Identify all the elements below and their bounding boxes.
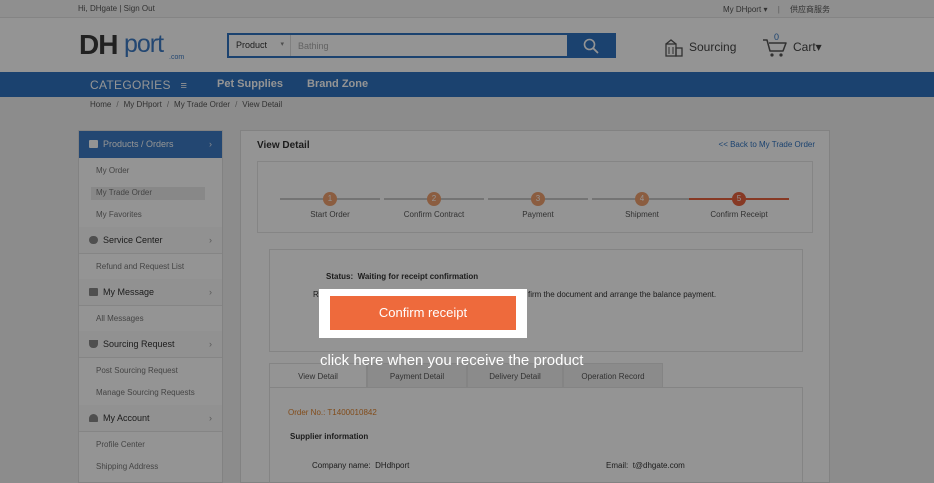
- sidebar-item-label: Manage Sourcing Requests: [96, 388, 195, 397]
- sidebar-item-label: Post Sourcing Request: [96, 366, 178, 375]
- sidebar-item-label: All Messages: [96, 314, 144, 323]
- sidebar-item-label: Profile Center: [96, 440, 145, 449]
- sidebar-item-label: My Favorites: [96, 210, 142, 219]
- confirm-receipt-button[interactable]: Confirm receipt: [330, 296, 516, 330]
- sidebar-item-label: My Trade Order: [96, 188, 153, 197]
- sidebar-item-label: Refund and Request List: [96, 262, 185, 271]
- tutorial-overlay: [0, 0, 934, 483]
- tutorial-hint: click here when you receive the product: [320, 352, 584, 369]
- sidebar-item-label: Shipping Address: [96, 462, 159, 471]
- sidebar-item-label: My Order: [96, 166, 130, 175]
